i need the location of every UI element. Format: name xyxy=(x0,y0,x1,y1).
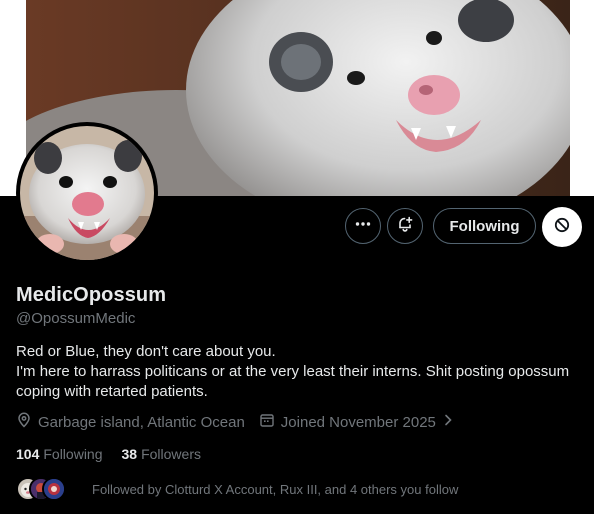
block-icon xyxy=(553,216,571,239)
joined-text: Joined November 2025 xyxy=(280,413,436,431)
user-handle: @OpossumMedic xyxy=(16,310,136,327)
location-icon xyxy=(16,412,38,432)
profile-actions: Following xyxy=(0,208,594,248)
follow-counts: 104 Following 38 Followers xyxy=(16,446,220,462)
following-count: 104 xyxy=(16,446,40,462)
followers-label: Followers xyxy=(141,446,201,462)
calendar-icon xyxy=(259,412,281,432)
bio-line: I'm here to harrass politicans or at the… xyxy=(16,363,570,400)
bell-plus-icon xyxy=(396,215,414,238)
more-icon xyxy=(354,215,372,238)
bio-line: Red or Blue, they don't care about you. xyxy=(16,343,276,360)
block-button[interactable] xyxy=(542,207,582,247)
location-item: Garbage island, Atlantic Ocean xyxy=(16,412,245,432)
following-label: Following xyxy=(43,446,103,462)
followers-count: 38 xyxy=(121,446,138,462)
profile-meta: Garbage island, Atlantic Ocean Joined No… xyxy=(16,412,468,432)
followers-count-link[interactable]: 38 Followers xyxy=(122,446,201,462)
followed-by-text: Followed by Clotturd X Account, Rux III,… xyxy=(92,481,459,497)
following-button[interactable]: Following xyxy=(433,208,536,244)
notifications-button[interactable] xyxy=(387,208,423,244)
followed-by[interactable]: Followed by Clotturd X Account, Rux III,… xyxy=(16,476,458,502)
location-text: Garbage island, Atlantic Ocean xyxy=(38,413,245,431)
follower-avatars xyxy=(16,477,72,501)
following-count-link[interactable]: 104 Following xyxy=(16,446,103,462)
profile-bio: Red or Blue, they don't care about you. … xyxy=(16,342,582,402)
more-button[interactable] xyxy=(345,208,381,244)
chevron-right-icon xyxy=(436,413,454,431)
following-button-label: Following xyxy=(449,217,520,235)
joined-item[interactable]: Joined November 2025 xyxy=(259,412,454,432)
display-name: MedicOpossum xyxy=(16,284,167,306)
follower-avatar xyxy=(42,477,66,501)
